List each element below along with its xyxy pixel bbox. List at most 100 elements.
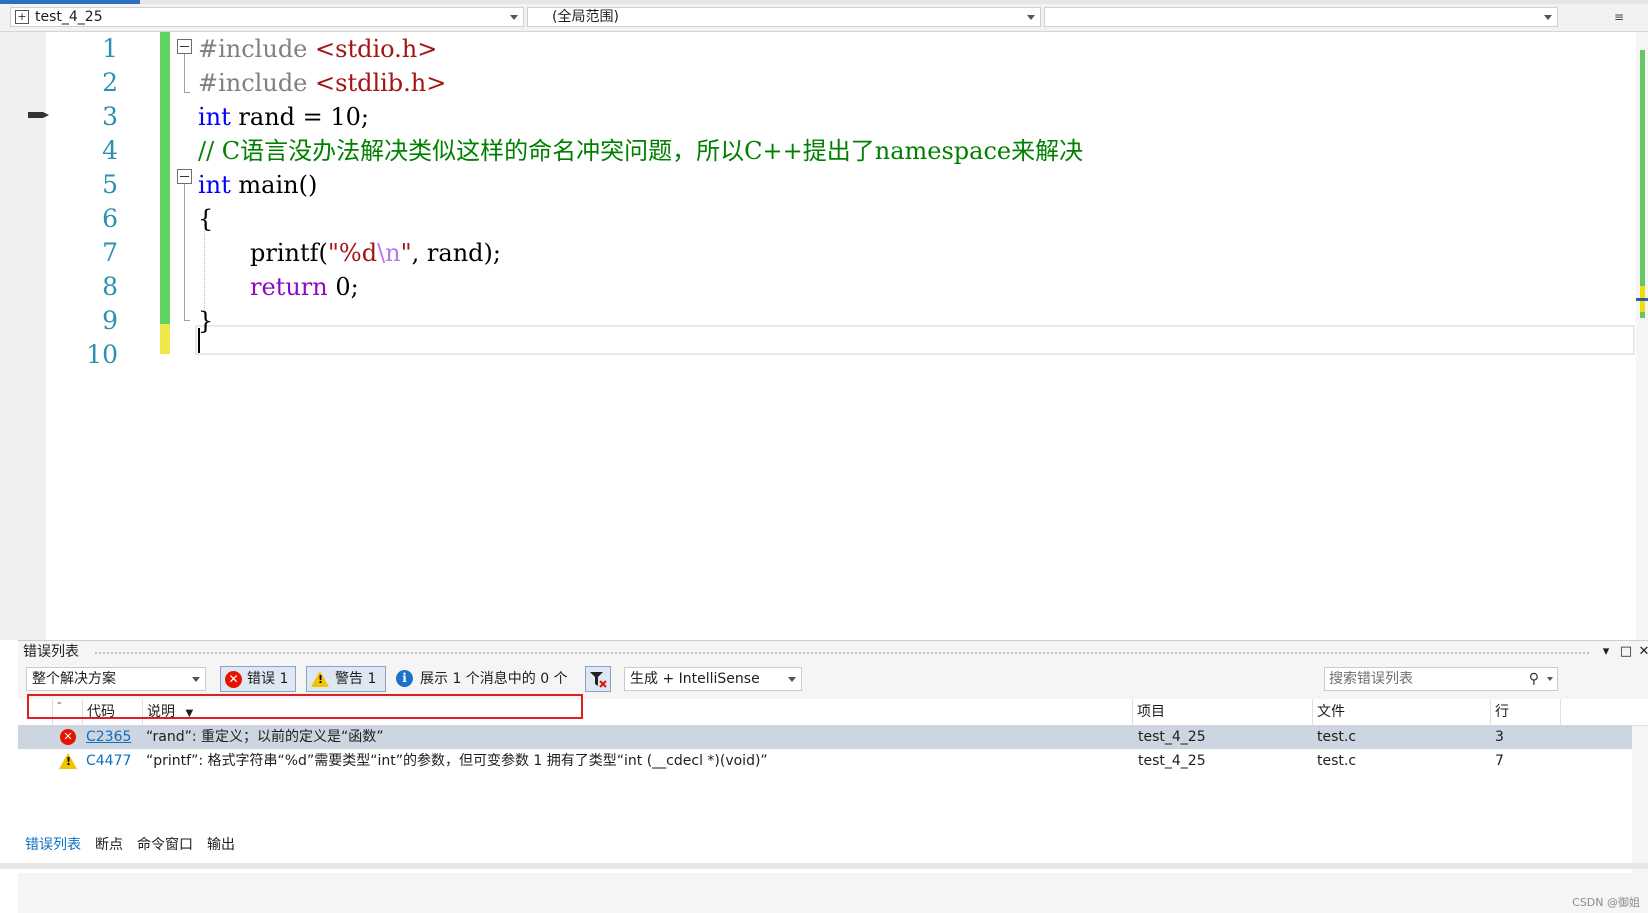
fold-bracket-end xyxy=(184,320,190,321)
code-text: rand = 10; xyxy=(231,103,369,131)
info-icon: i xyxy=(396,670,413,687)
string-literal: "%d xyxy=(328,239,377,267)
error-list-panel: 错误列表 ▾ □ ✕ 整个解决方案 ✕ 错误 1 警告 1 i 展示 1 个消息… xyxy=(18,640,1648,913)
maximize-icon[interactable]: □ xyxy=(1618,643,1634,661)
dropdown-menu-icon[interactable]: ▾ xyxy=(1598,643,1614,661)
line-number: 9 xyxy=(60,304,118,338)
line-number: 2 xyxy=(60,66,118,100)
code-line-1: #include <stdio.h> xyxy=(198,32,437,66)
errors-filter-label: 错误 1 xyxy=(247,667,288,691)
include-header: <stdlib.h> xyxy=(315,69,446,97)
build-filter-dropdown[interactable]: 生成 + IntelliSense xyxy=(624,667,802,691)
column-project[interactable]: 项目 xyxy=(1132,699,1312,725)
error-list-toolbar: 整个解决方案 ✕ 错误 1 警告 1 i 展示 1 个消息中的 0 个 生成 +… xyxy=(18,665,1648,697)
string-literal: " xyxy=(401,239,412,267)
collapse-toggle-icon[interactable] xyxy=(177,39,192,54)
warning-description: “printf”: 格式字符串“%d”需要类型“int”的参数，但可变参数 1 … xyxy=(146,749,768,773)
column-file[interactable]: 文件 xyxy=(1312,699,1490,725)
errors-filter-button[interactable]: ✕ 错误 1 xyxy=(220,666,296,692)
code-text: 0; xyxy=(328,273,359,301)
preprocessor-directive: #include xyxy=(198,35,315,63)
chevron-down-icon[interactable] xyxy=(1547,677,1553,681)
code-line-9: } xyxy=(198,304,213,338)
line-number: 6 xyxy=(60,202,118,236)
search-icon[interactable]: ⚲ xyxy=(1529,668,1539,690)
vertical-scrollbar[interactable] xyxy=(1636,32,1648,640)
indent-guide xyxy=(204,224,205,314)
warnings-filter-button[interactable]: 警告 1 xyxy=(306,666,386,692)
error-file: test.c xyxy=(1317,725,1356,749)
fold-bracket xyxy=(184,54,185,92)
close-icon[interactable]: ✕ xyxy=(1636,643,1648,661)
scope-filter-value: 整个解决方案 xyxy=(32,668,116,690)
search-box[interactable]: ⚲ xyxy=(1324,667,1558,691)
table-row[interactable]: C4477 “printf”: 格式字符串“%d”需要类型“int”的参数，但可… xyxy=(18,749,1632,773)
include-header: <stdio.h> xyxy=(315,35,437,63)
column-filler xyxy=(1560,699,1632,725)
project-icon: + xyxy=(15,10,29,24)
function-call: printf( xyxy=(250,239,328,267)
warning-icon xyxy=(311,671,329,687)
panel-tabs: 错误列表 断点 命令窗口 输出 xyxy=(18,833,1648,857)
warning-code-link[interactable]: C4477 xyxy=(86,749,131,773)
code-line-5: int main() xyxy=(198,168,317,202)
line-number: 10 xyxy=(60,338,118,372)
current-statement-arrow-icon xyxy=(28,110,50,120)
panel-grip[interactable] xyxy=(94,651,1590,655)
glyph-margin[interactable] xyxy=(10,32,46,640)
project-dropdown-value: test_4_25 xyxy=(35,8,103,26)
scrollbar-caret-marker xyxy=(1636,298,1648,301)
column-line[interactable]: 行 xyxy=(1490,699,1560,725)
keyword: int xyxy=(198,103,231,131)
warning-icon xyxy=(59,753,77,769)
fold-bracket xyxy=(184,184,185,320)
line-number: 4 xyxy=(60,134,118,168)
scope-filter-dropdown[interactable]: 整个解决方案 xyxy=(26,667,206,691)
table-row[interactable]: ✕ C2365 “rand”: 重定义；以前的定义是“函数” test_4_25… xyxy=(18,725,1632,749)
warnings-filter-label: 警告 1 xyxy=(335,667,376,691)
build-filter-value: 生成 + IntelliSense xyxy=(630,668,760,690)
chevron-down-icon xyxy=(510,15,518,20)
code-line-8: return 0; xyxy=(250,270,359,304)
code-line-4: // C语言没办法解决类似这样的命名冲突问题，所以C++提出了namespace… xyxy=(198,134,1083,168)
code-text: { xyxy=(198,205,213,233)
project-dropdown[interactable]: + test_4_25 xyxy=(10,7,524,27)
code-line-3: int rand = 10; xyxy=(198,100,369,134)
member-dropdown[interactable] xyxy=(1044,7,1558,27)
warning-line: 7 xyxy=(1495,749,1504,773)
filter-toggle-button[interactable] xyxy=(585,666,611,692)
collapse-toggle-icon[interactable] xyxy=(177,169,192,184)
line-number: 5 xyxy=(60,168,118,202)
code-line-6: { xyxy=(198,202,213,236)
line-number: 1 xyxy=(60,32,118,66)
tab-output[interactable]: 输出 xyxy=(202,833,240,857)
warning-file: test.c xyxy=(1317,749,1356,773)
status-strip xyxy=(0,863,1648,869)
search-input[interactable] xyxy=(1329,669,1519,689)
scope-dropdown[interactable]: (全局范围) xyxy=(527,7,1041,27)
code-text: , rand); xyxy=(412,239,501,267)
current-line-highlight xyxy=(195,325,1635,355)
tab-command-window[interactable]: 命令窗口 xyxy=(132,833,198,857)
panel-title-bar: 错误列表 ▾ □ ✕ xyxy=(18,641,1648,663)
line-number: 8 xyxy=(60,270,118,304)
error-description: “rand”: 重定义；以前的定义是“函数” xyxy=(146,725,384,749)
control-keyword: return xyxy=(250,273,328,301)
chevron-down-icon xyxy=(1027,15,1035,20)
chevron-down-icon xyxy=(192,677,200,682)
panel-title: 错误列表 xyxy=(23,641,79,663)
highlight-annotation-box xyxy=(27,694,583,719)
error-icon: ✕ xyxy=(225,671,242,688)
code-editor[interactable]: 1 2 3 4 5 6 7 8 9 10 #include <stdio.h> … xyxy=(0,32,1648,640)
change-indicator-unsaved xyxy=(160,324,170,354)
warning-project: test_4_25 xyxy=(1138,749,1206,773)
error-code-link[interactable]: C2365 xyxy=(86,725,131,749)
tab-breakpoints[interactable]: 断点 xyxy=(90,833,128,857)
error-project: test_4_25 xyxy=(1138,725,1206,749)
escape-sequence: \n xyxy=(377,239,401,267)
navigation-bar: + test_4_25 (全局范围) ≡ xyxy=(0,4,1648,32)
chevron-down-icon xyxy=(788,677,796,682)
split-button[interactable]: ≡ xyxy=(1614,10,1624,24)
change-indicator-saved xyxy=(160,32,170,324)
tab-error-list[interactable]: 错误列表 xyxy=(20,833,86,857)
